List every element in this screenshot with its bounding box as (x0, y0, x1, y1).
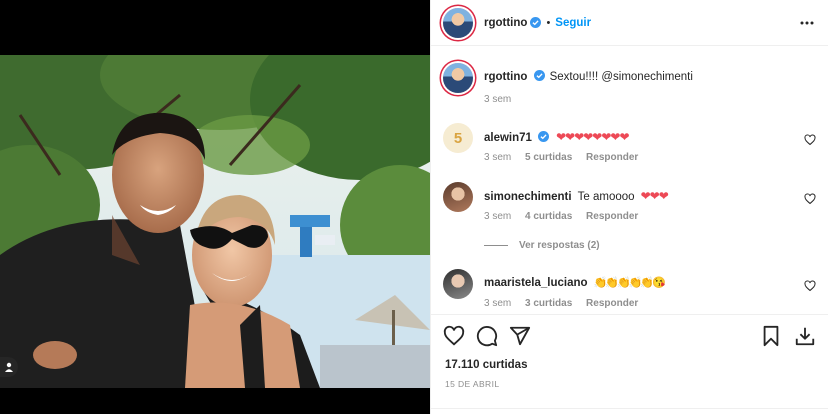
comment-time[interactable]: 3 sem (484, 211, 511, 222)
heart-icon[interactable] (804, 134, 816, 146)
post-date[interactable]: 15 DE ABRIL (445, 379, 499, 389)
comment-username[interactable]: maaristela_luciano (484, 277, 588, 289)
follow-button[interactable]: Seguir (555, 17, 591, 29)
comment-meta: 3 sem 4 curtidas Responder (484, 211, 649, 222)
caption-time[interactable]: 3 sem (484, 94, 511, 105)
comment-emoji: ❤❤❤ (640, 189, 669, 203)
comment-text: ❤❤❤❤❤❤❤❤ (556, 130, 629, 144)
commenter-avatar[interactable] (443, 269, 473, 299)
user-tag-icon (5, 362, 13, 372)
heart-icon[interactable] (443, 325, 465, 347)
reply-button[interactable]: Responder (586, 211, 638, 222)
likes-count[interactable]: 17.110 curtidas (445, 359, 527, 371)
verified-icon (538, 131, 550, 142)
comment-text: 👏👏👏👏👏😘 (593, 277, 666, 289)
action-bar (443, 325, 816, 349)
comment-item: simonechimenti Te amoooo ❤❤❤ 3 sem 4 cur… (443, 182, 816, 227)
comment-username[interactable]: simonechimenti (484, 191, 572, 203)
bookmark-icon[interactable] (760, 325, 782, 347)
verified-icon (530, 17, 542, 28)
comment-username[interactable]: alewin71 (484, 132, 532, 144)
verified-icon (533, 70, 545, 81)
view-replies-button[interactable]: Ver respostas (2) (484, 240, 600, 251)
author-username[interactable]: rgottino (484, 17, 527, 29)
more-icon (800, 21, 814, 25)
post-actions: 17.110 curtidas 15 DE ABRIL (431, 314, 828, 414)
comment-meta: 3 sem 3 curtidas Responder (484, 298, 649, 309)
caption-avatar[interactable] (443, 63, 473, 93)
view-replies-label: Ver respostas (2) (519, 240, 600, 251)
post-photo[interactable] (0, 55, 430, 388)
post-header: rgottino • Seguir (431, 0, 828, 46)
comment-icon[interactable] (476, 325, 498, 347)
header-separator: • (546, 16, 551, 29)
reply-button[interactable]: Responder (586, 298, 638, 309)
comment-item: maaristela_luciano 👏👏👏👏👏😘 3 sem 3 curtid… (443, 269, 816, 314)
bottom-divider (431, 408, 828, 414)
comment-likes[interactable]: 3 curtidas (525, 298, 572, 309)
comments-list: rgottino Sextou!!!! @simonechimenti 3 se… (431, 47, 828, 315)
comment-time[interactable]: 3 sem (484, 298, 511, 309)
comment-text: Te amoooo (577, 191, 635, 203)
heart-icon[interactable] (804, 280, 816, 292)
caption-meta: 3 sem (484, 94, 522, 105)
commenter-avatar[interactable]: 5 (443, 123, 473, 153)
reply-button[interactable]: Responder (586, 152, 638, 163)
more-options-button[interactable] (798, 14, 816, 32)
comment-body: alewin71 ❤❤❤❤❤❤❤❤ (484, 130, 794, 146)
comment-meta: 3 sem 5 curtidas Responder (484, 152, 649, 163)
post-modal: rgottino • Seguir rgottino Sextou!!!! @s… (0, 0, 828, 414)
author-avatar[interactable] (443, 7, 473, 38)
download-icon[interactable] (794, 325, 816, 347)
photo-illustration (0, 55, 430, 388)
caption-username[interactable]: rgottino (484, 71, 527, 83)
commenter-avatar[interactable] (443, 182, 473, 212)
post-details-panel: rgottino • Seguir rgottino Sextou!!!! @s… (430, 0, 828, 414)
caption-body: rgottino Sextou!!!! @simonechimenti (484, 70, 794, 85)
comment-likes[interactable]: 5 curtidas (525, 152, 572, 163)
caption: rgottino Sextou!!!! @simonechimenti 3 se… (443, 63, 816, 108)
share-icon[interactable] (509, 325, 531, 347)
comment-item: 5 alewin71 ❤❤❤❤❤❤❤❤ 3 sem 5 curtidas Res… (443, 123, 816, 168)
comment-body: maaristela_luciano 👏👏👏👏👏😘 (484, 276, 794, 291)
caption-text: Sextou!!!! @simonechimenti (549, 71, 693, 83)
replies-divider (484, 245, 508, 246)
comment-time[interactable]: 3 sem (484, 152, 511, 163)
post-media (0, 0, 430, 414)
comment-body: simonechimenti Te amoooo ❤❤❤ (484, 189, 794, 205)
comment-likes[interactable]: 4 curtidas (525, 211, 572, 222)
heart-icon[interactable] (804, 193, 816, 205)
